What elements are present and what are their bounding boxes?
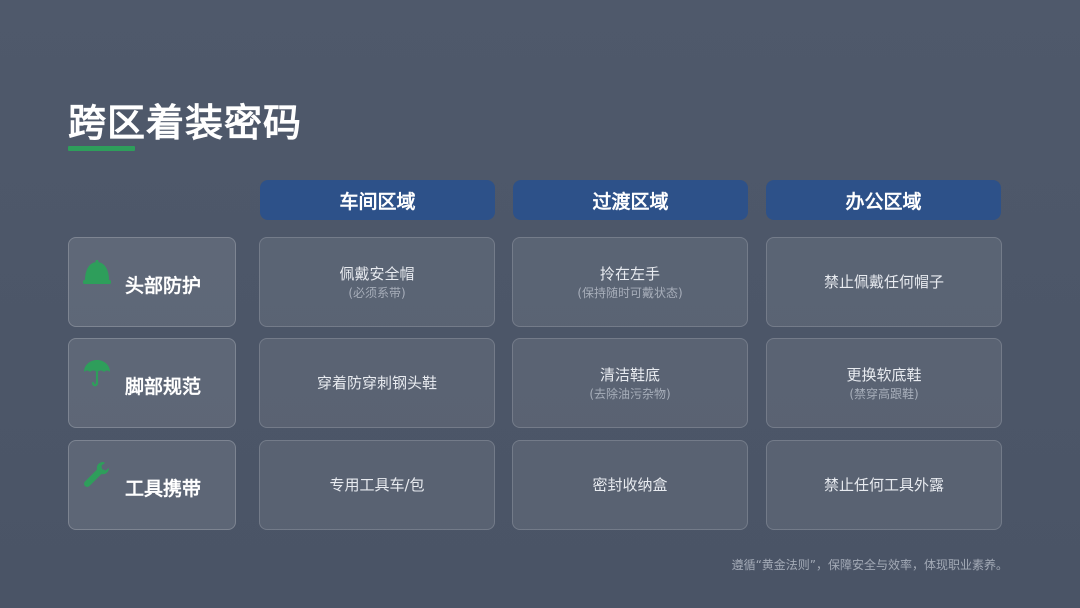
column-header-office: 办公区域 [766, 180, 1001, 220]
cell-sub-text: (必须系带) [348, 285, 406, 300]
row-label-text: 工具携带 [125, 478, 202, 500]
row-label-tool-carry: 工具携带 [68, 440, 236, 530]
row-label-text: 脚部规范 [125, 376, 202, 398]
row-label-foot-protection: 脚部规范 [68, 338, 236, 428]
cell-sub-text: (禁穿高跟鞋) [849, 386, 919, 401]
cell-tool-workshop: 专用工具车/包 [259, 440, 495, 530]
cell-main-text: 禁止佩戴任何帽子 [823, 273, 944, 291]
cell-main-text: 拎在左手 [599, 264, 660, 283]
cell-sub-text: (去除油污杂物) [589, 386, 671, 401]
helmet-icon [81, 256, 113, 288]
row-label-text: 头部防护 [125, 275, 202, 297]
cell-tool-transition: 密封收纳盒 [512, 440, 748, 530]
cell-head-transition: 拎在左手 (保持随时可戴状态) [512, 237, 748, 327]
cell-main-text: 更换软底鞋 [846, 365, 922, 384]
cell-sub-text: (保持随时可戴状态) [577, 285, 683, 300]
column-header-workshop: 车间区域 [260, 180, 495, 220]
row-label-head-protection: 头部防护 [68, 237, 236, 327]
wrench-icon [81, 459, 113, 491]
cell-head-workshop: 佩戴安全帽 (必须系带) [259, 237, 495, 327]
cell-foot-transition: 清洁鞋底 (去除油污杂物) [512, 338, 748, 428]
page-title: 跨区着装密码 [68, 101, 303, 145]
cell-foot-office: 更换软底鞋 (禁穿高跟鞋) [766, 338, 1002, 428]
cell-head-office: 禁止佩戴任何帽子 [766, 237, 1002, 327]
cell-main-text: 专用工具车/包 [329, 476, 425, 494]
title-underline [68, 146, 135, 151]
cell-main-text: 穿着防穿刺钢头鞋 [316, 374, 437, 392]
column-header-transition: 过渡区域 [513, 180, 748, 220]
footer-note: 遵循“黄金法则”，保障安全与效率，体现职业素养。 [731, 558, 1008, 572]
cell-foot-workshop: 穿着防穿刺钢头鞋 [259, 338, 495, 428]
cell-main-text: 禁止任何工具外露 [823, 476, 944, 494]
cell-main-text: 清洁鞋底 [599, 365, 660, 384]
cell-tool-office: 禁止任何工具外露 [766, 440, 1002, 530]
umbrella-icon [81, 357, 113, 389]
cell-main-text: 佩戴安全帽 [339, 264, 415, 283]
cell-main-text: 密封收纳盒 [592, 476, 668, 494]
